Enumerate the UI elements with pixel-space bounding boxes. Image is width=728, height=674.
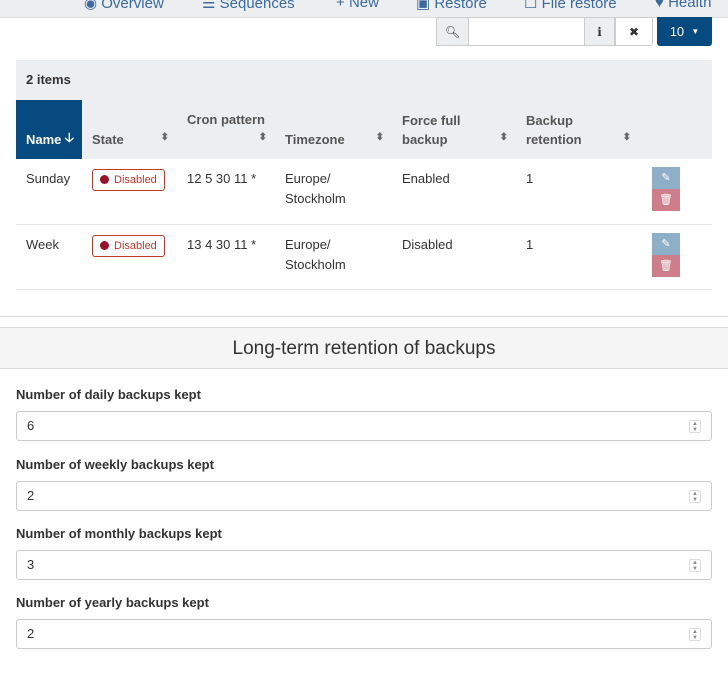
item-count: 2 items	[16, 60, 712, 100]
info-icon[interactable]: ℹ	[584, 17, 615, 46]
spinner-icon[interactable]: ▲ ▼	[689, 490, 701, 503]
daily-input[interactable]: 6 ▲ ▼	[16, 411, 712, 441]
table-row: Sunday Disabled 12 5 30 11 * Europe/ Sto…	[16, 159, 712, 225]
sort-icon: ⬍	[258, 132, 267, 143]
top-nav: ◉ Overview ☰ Sequences + New ▣ Restore ☐…	[0, 0, 728, 18]
spinner-icon[interactable]: ▲ ▼	[689, 420, 701, 433]
cell-cron: 13 4 30 11 *	[177, 224, 275, 290]
sort-icon: ⬍	[160, 132, 169, 143]
col-name[interactable]: Name 🡣	[16, 100, 82, 159]
monthly-input[interactable]: 3 ▲ ▼	[16, 550, 712, 580]
nav-sequences[interactable]: ☰ Sequences	[202, 0, 295, 12]
divider	[0, 316, 728, 317]
cell-force: Disabled	[392, 224, 516, 290]
status-badge: Disabled	[92, 169, 165, 191]
nav-restore[interactable]: ▣ Restore	[416, 0, 487, 12]
search-input[interactable]	[469, 17, 584, 46]
col-timezone[interactable]: Timezone ⬍	[275, 100, 392, 159]
spinner-icon[interactable]: ▲ ▼	[689, 628, 701, 641]
status-dot-icon	[100, 175, 109, 184]
weekly-input[interactable]: 2 ▲ ▼	[16, 481, 712, 511]
nav-new[interactable]: + New	[336, 0, 379, 11]
caret-down-icon: ▼	[691, 27, 700, 36]
nav-file-restore[interactable]: ☐ File restore	[524, 0, 617, 12]
status-dot-icon	[100, 240, 109, 250]
sort-icon: ⬍	[375, 132, 384, 143]
schedules-table: Name 🡣 State ⬍ Cron pattern ⬍ Timezone ⬍ For…	[16, 100, 712, 290]
search-toolbar: 🔍︎ ℹ ✖	[436, 17, 653, 46]
cell-timezone: Europe/ Stockholm	[275, 224, 392, 290]
daily-field: Number of daily backups kept 6 ▲ ▼	[16, 387, 712, 441]
page-size-dropdown[interactable]: 10 ▼	[657, 17, 712, 46]
sort-desc-icon: 🡣	[64, 130, 74, 145]
section-title: Long-term retention of backups	[0, 327, 728, 369]
table-row: Week Disabled 13 4 30 11 * Europe/ Stock…	[16, 224, 712, 290]
edit-button[interactable]: ✎	[652, 232, 680, 255]
col-actions	[639, 100, 712, 159]
col-retention[interactable]: Backup retention ⬍	[516, 100, 639, 159]
col-force-full[interactable]: Force full backup ⬍	[392, 100, 516, 159]
monthly-field: Number of monthly backups kept 3 ▲ ▼	[16, 526, 712, 580]
sort-icon: ⬍	[499, 132, 508, 143]
nav-health[interactable]: ♥ Health	[655, 0, 711, 11]
cell-retention: 1	[516, 224, 639, 290]
search-icon[interactable]: 🔍︎	[436, 17, 469, 46]
cell-timezone: Europe/ Stockholm	[275, 159, 392, 225]
cell-name: Week	[16, 224, 82, 290]
sort-icon: ⬍	[622, 132, 631, 143]
status-badge: Disabled	[92, 234, 165, 257]
weekly-field: Number of weekly backups kept 2 ▲ ▼	[16, 457, 712, 511]
delete-button[interactable]: 🗑︎	[652, 189, 680, 211]
cell-retention: 1	[516, 159, 639, 225]
edit-button[interactable]: ✎	[652, 167, 680, 189]
col-cron[interactable]: Cron pattern ⬍	[177, 100, 275, 159]
col-state[interactable]: State ⬍	[82, 100, 177, 159]
spinner-icon[interactable]: ▲ ▼	[689, 559, 701, 572]
nav-overview[interactable]: ◉ Overview	[84, 0, 164, 12]
cell-force: Enabled	[392, 159, 516, 225]
yearly-field: Number of yearly backups kept 2 ▲ ▼	[16, 595, 712, 649]
cell-name: Sunday	[16, 159, 82, 225]
cell-cron: 12 5 30 11 *	[177, 159, 275, 225]
delete-button[interactable]: 🗑︎	[652, 254, 680, 277]
schedules-panel: 2 items Name 🡣 State ⬍ Cron pattern ⬍ Timez…	[16, 60, 712, 290]
clear-search-icon[interactable]: ✖	[615, 17, 653, 46]
yearly-input[interactable]: 2 ▲ ▼	[16, 619, 712, 649]
